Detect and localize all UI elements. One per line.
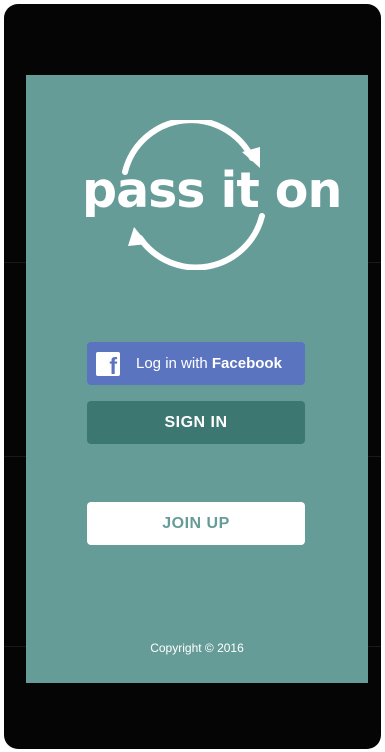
frame-divider (4, 262, 26, 263)
frame-divider (368, 456, 381, 457)
copyright-text: Copyright © 2016 (150, 641, 244, 655)
frame-divider (4, 456, 26, 457)
sign-in-label: SIGN IN (164, 413, 228, 431)
facebook-brand-text: Facebook (211, 355, 282, 372)
facebook-icon: f (96, 351, 120, 379)
phone-frame: pass it on f Log in with Facebook SIGN I… (4, 4, 381, 749)
frame-divider (368, 262, 381, 263)
join-up-button[interactable]: JOIN UP (87, 502, 305, 545)
frame-divider (4, 646, 26, 647)
join-up-label: JOIN UP (162, 514, 230, 532)
sign-in-button[interactable]: SIGN IN (87, 401, 305, 444)
facebook-login-prefix: Log in with (136, 355, 212, 372)
facebook-login-label: Log in with Facebook (136, 355, 282, 372)
frame-divider (368, 646, 381, 647)
app-logo: pass it on (82, 120, 342, 270)
app-screen: pass it on f Log in with Facebook SIGN I… (26, 75, 368, 683)
logo-wordmark: pass it on (82, 162, 342, 219)
facebook-icon-glyph: f (109, 352, 117, 379)
facebook-login-button[interactable]: f Log in with Facebook (87, 342, 305, 385)
